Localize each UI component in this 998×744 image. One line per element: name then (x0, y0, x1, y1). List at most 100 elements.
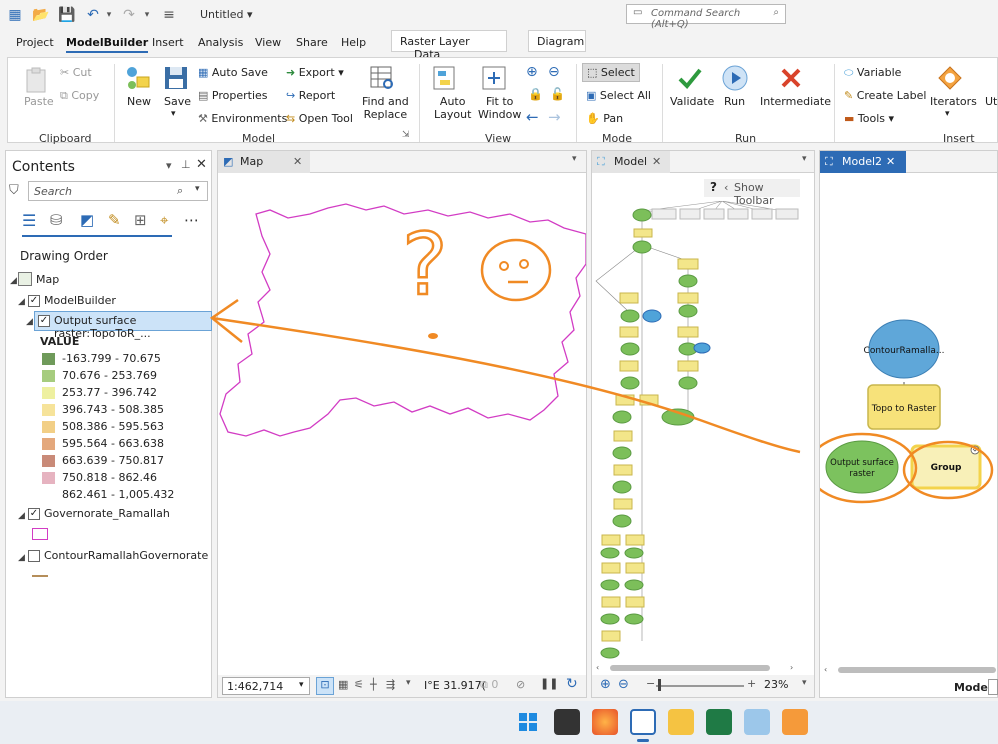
tab-modelbuilder[interactable]: ModelBuilder (66, 36, 149, 53)
model-zoom-in-icon[interactable]: ⊕ (600, 677, 611, 692)
zoom-level-readout[interactable]: 23% (764, 678, 788, 691)
tab-view[interactable]: View (255, 36, 281, 49)
tab-share[interactable]: Share (296, 36, 328, 49)
layer2-visibility-checkbox[interactable]: ✓ (28, 508, 40, 520)
run-button[interactable]: Run (724, 95, 745, 108)
expand-raster-icon[interactable]: ◢ (26, 317, 33, 327)
pane-options-icon[interactable]: ▾ (166, 159, 172, 172)
lock-icon[interactable]: 🔒 (528, 87, 543, 101)
photos-icon[interactable] (782, 709, 808, 735)
group-visibility-checkbox[interactable]: ✓ (28, 295, 40, 307)
excel-icon[interactable] (706, 709, 732, 735)
zoom-in-icon[interactable]: ⊕ (526, 64, 538, 80)
list-by-drawing-order-icon[interactable]: ☰ (22, 211, 36, 230)
group-layer-label[interactable]: ModelBuilder (44, 294, 116, 307)
tab-project[interactable]: Project (16, 36, 54, 49)
paint-icon[interactable] (744, 709, 770, 735)
map-canvas[interactable]: ? (218, 174, 586, 674)
mode-selector[interactable] (988, 679, 998, 695)
undo-dropdown-icon[interactable]: ▾ (100, 6, 118, 24)
save-project-icon[interactable]: 💾 (58, 6, 76, 24)
variable-button[interactable]: ⬭ Variable (844, 66, 901, 80)
close-map-tab-icon[interactable]: ✕ (293, 155, 302, 168)
model-group-launcher-icon[interactable]: ⇲ (402, 130, 410, 140)
select-all-button[interactable]: ▣ Select All (586, 89, 651, 102)
zoom-out-icon[interactable]: ⊖ (548, 64, 560, 80)
firefox-icon[interactable] (592, 709, 618, 735)
expand-group-icon[interactable]: ◢ (18, 297, 25, 307)
map-node[interactable]: Map (36, 273, 59, 286)
layer2-label[interactable]: Governorate_Ramallah (44, 507, 170, 520)
contents-search-input[interactable]: Search ⌕ ▾ (28, 181, 208, 201)
list-by-snapping-icon[interactable]: ⊞ (134, 211, 147, 229)
customize-toolbar-icon[interactable]: ≡ (160, 6, 178, 24)
save-button[interactable]: Save (164, 95, 191, 108)
intermediate-button[interactable]: Intermediate (760, 95, 831, 108)
tab-help[interactable]: Help (341, 36, 366, 49)
utilities-button[interactable]: Uti (985, 95, 998, 108)
new-model-button[interactable]: New (127, 95, 151, 108)
snapping-icon[interactable]: ⚟ (354, 678, 364, 691)
start-button[interactable] (515, 709, 541, 735)
tab-map[interactable]: ◩ Map ✕ (218, 151, 310, 173)
tools-button[interactable]: ▬ Tools ▾ (844, 112, 894, 125)
expand-layer3-icon[interactable]: ◢ (18, 553, 25, 563)
zoom-slider-plus-icon[interactable]: + (747, 677, 756, 690)
arcgis-pro-icon[interactable] (630, 709, 656, 735)
map-tab-list-icon[interactable]: ▾ (572, 154, 577, 164)
previous-extent-icon[interactable]: ← (526, 108, 539, 126)
model-diagram-canvas[interactable] (592, 201, 814, 661)
refresh-warning-icon[interactable]: ⊘ (516, 678, 525, 691)
tab-insert[interactable]: Insert (152, 36, 184, 49)
tab-diagram[interactable]: Diagram (528, 30, 586, 52)
fixed-scale-icon[interactable]: ⊡ (316, 677, 334, 695)
file-explorer-icon[interactable] (668, 709, 694, 735)
command-search-input[interactable]: ▭ Command Search (Alt+Q) ⌕ (626, 4, 786, 30)
tab-analysis[interactable]: Analysis (198, 36, 243, 49)
layer3-visibility-checkbox[interactable] (28, 550, 40, 562)
select-mode-button[interactable]: ⬚ Select (582, 63, 640, 82)
close-model-tab-icon[interactable]: ✕ (652, 155, 661, 168)
create-label-button[interactable]: ✎ Create Label (844, 89, 926, 102)
find-replace-button[interactable]: Find and Replace (362, 95, 409, 121)
constraints-icon[interactable]: ┼ (370, 678, 377, 691)
grid-icon[interactable]: ▦ (338, 678, 348, 691)
save-dropdown-icon[interactable]: ▾ (171, 109, 176, 119)
tab-model[interactable]: ⛶ Model ✕ (592, 151, 670, 173)
model-zoom-out-icon[interactable]: ⊖ (618, 677, 629, 692)
search-options-icon[interactable]: ▾ (195, 184, 200, 194)
pin-icon[interactable]: ⊥ (181, 158, 191, 171)
list-by-source-icon[interactable]: ⛁ (50, 211, 63, 229)
map-scale-combobox[interactable]: 1:462,714 ▾ (222, 677, 310, 695)
refresh-icon[interactable]: ↻ (566, 676, 578, 692)
zoom-slider-thumb[interactable] (658, 679, 661, 691)
open-project-icon[interactable]: 📂 (32, 6, 50, 24)
model2-horizontal-scrollbar[interactable]: ‹ (824, 665, 996, 675)
navigator-icon[interactable]: ⇶ (386, 678, 395, 691)
raster-visibility-checkbox[interactable]: ✓ (38, 315, 50, 327)
environments-button[interactable]: ⚒ Environments (198, 112, 287, 125)
open-tool-button[interactable]: ⇆ Open Tool (286, 112, 353, 125)
close-model2-tab-icon[interactable]: ✕ (886, 155, 895, 168)
more-options-icon[interactable]: ⋯ (184, 211, 199, 229)
list-by-selection-icon[interactable]: ◩ (80, 211, 94, 229)
taskbar-app-icon[interactable] (554, 709, 580, 735)
zoom-slider[interactable] (656, 685, 744, 687)
coordinate-format-dropdown-icon[interactable]: ▾ (406, 678, 411, 688)
iterators-dropdown-icon[interactable]: ▾ (945, 109, 950, 119)
lock-open-icon[interactable]: 🔓 (550, 87, 565, 101)
properties-button[interactable]: ▤ Properties (198, 89, 268, 102)
auto-layout-button[interactable]: Auto Layout (434, 95, 471, 121)
filter-icon[interactable]: ⛉ (9, 183, 19, 198)
window-title[interactable]: Untitled ▾ (200, 8, 253, 21)
validate-button[interactable]: Validate (670, 95, 714, 108)
model-tab-list-icon[interactable]: ▾ (802, 154, 807, 164)
zoom-level-dropdown-icon[interactable]: ▾ (802, 678, 807, 688)
pause-drawing-icon[interactable]: ❚❚ (540, 677, 558, 690)
zoom-slider-minus-icon[interactable]: − (646, 677, 655, 690)
export-button[interactable]: ➜ Export ▾ (286, 66, 344, 79)
report-button[interactable]: ↪ Report (286, 89, 335, 102)
list-by-labeling-icon[interactable]: ⌖ (160, 211, 168, 229)
layer3-label[interactable]: ContourRamallahGovernorate (44, 549, 208, 562)
tab-model2[interactable]: ⛶ Model2 ✕ (820, 151, 906, 173)
